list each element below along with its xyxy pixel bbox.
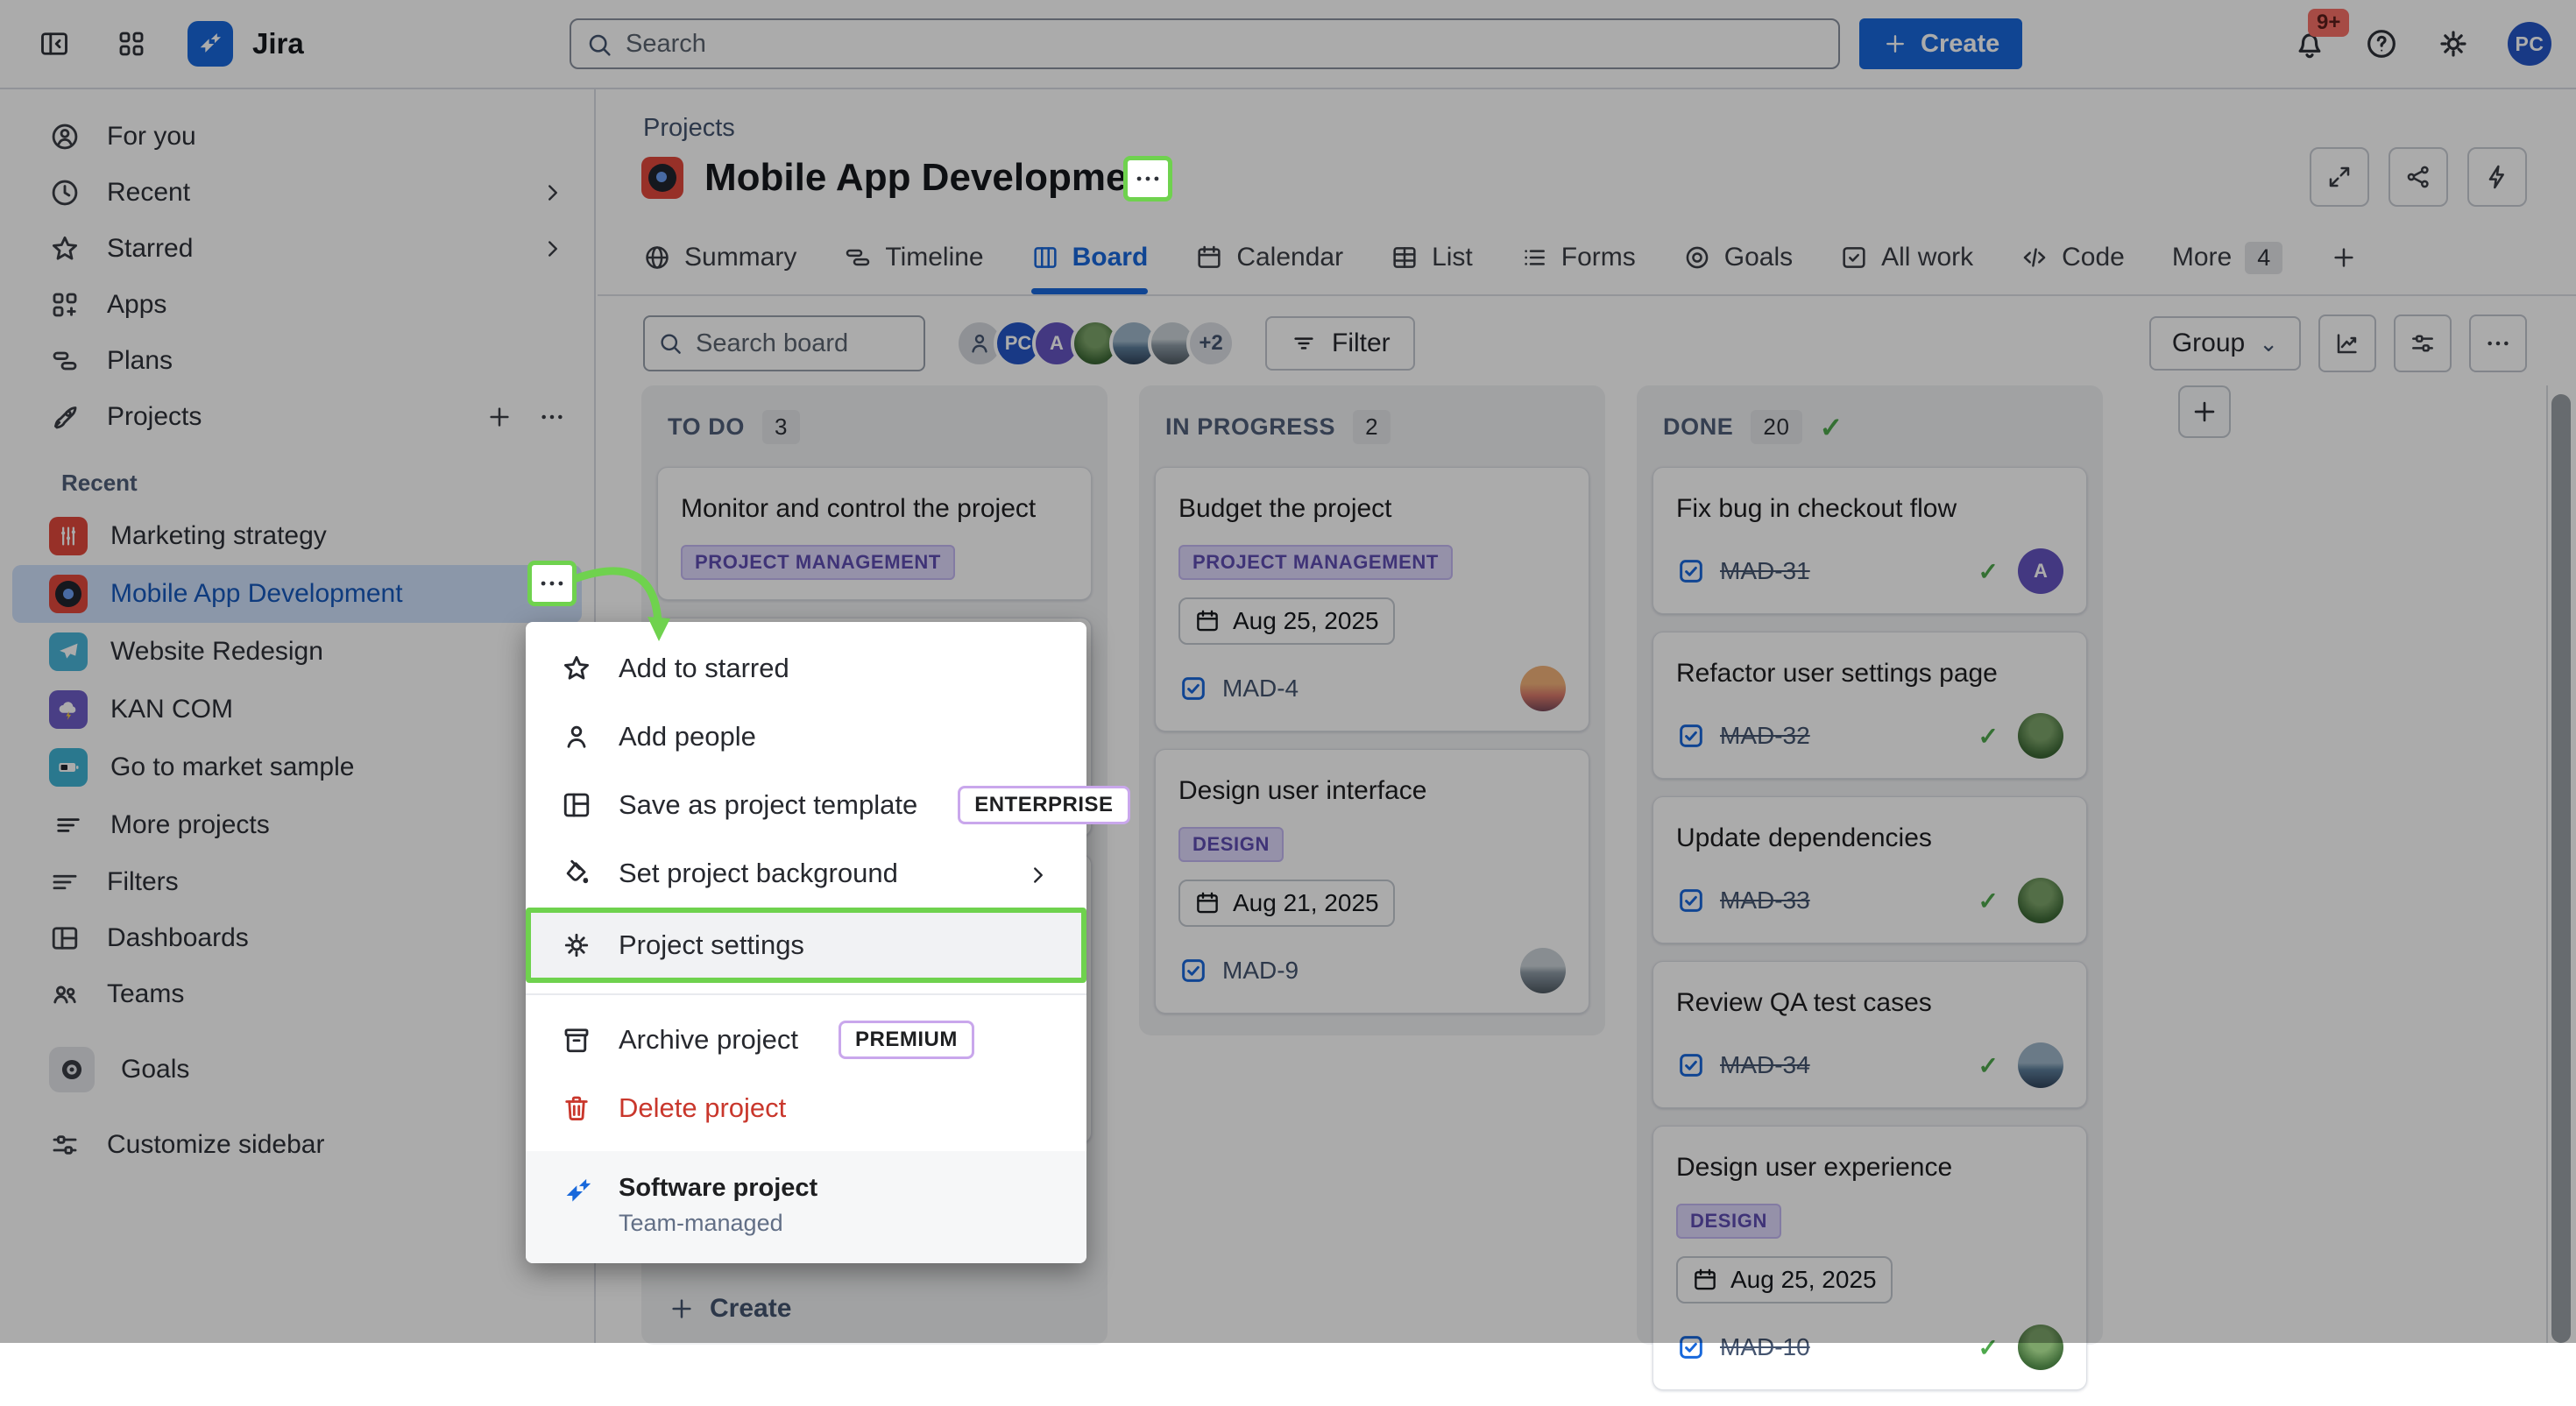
trash-icon [561, 1092, 592, 1124]
archive-icon [561, 1024, 592, 1056]
ellipsis-icon [1133, 164, 1163, 194]
premium-badge: PREMIUM [839, 1021, 974, 1059]
chevron-right-icon [1025, 862, 1051, 888]
annotation-arrow [522, 519, 724, 659]
menu-item-archive-project[interactable]: Archive project PREMIUM [526, 1006, 1086, 1074]
project-type-subtitle: Team-managed [619, 1210, 817, 1237]
gear-icon [561, 929, 592, 961]
project-context-menu: Add to starred Add people Save as projec… [526, 622, 1086, 1263]
menu-item-project-settings[interactable]: Project settings [526, 908, 1086, 983]
project-title-more-button[interactable] [1123, 156, 1172, 201]
person-icon [561, 721, 592, 752]
dim-overlay [0, 0, 2576, 1343]
menu-divider [526, 993, 1086, 995]
paint-bucket-icon [561, 858, 592, 889]
project-type-title: Software project [619, 1174, 817, 1203]
enterprise-badge: ENTERPRISE [958, 786, 1129, 824]
menu-footer: Software project Team-managed [526, 1151, 1086, 1263]
menu-item-delete-project[interactable]: Delete project [526, 1074, 1086, 1142]
template-icon [561, 789, 592, 821]
menu-item-set-project-background[interactable]: Set project background [526, 839, 1086, 908]
menu-item-add-people[interactable]: Add people [526, 703, 1086, 771]
jira-software-icon [561, 1174, 596, 1209]
menu-item-save-as-template[interactable]: Save as project template ENTERPRISE [526, 771, 1086, 839]
